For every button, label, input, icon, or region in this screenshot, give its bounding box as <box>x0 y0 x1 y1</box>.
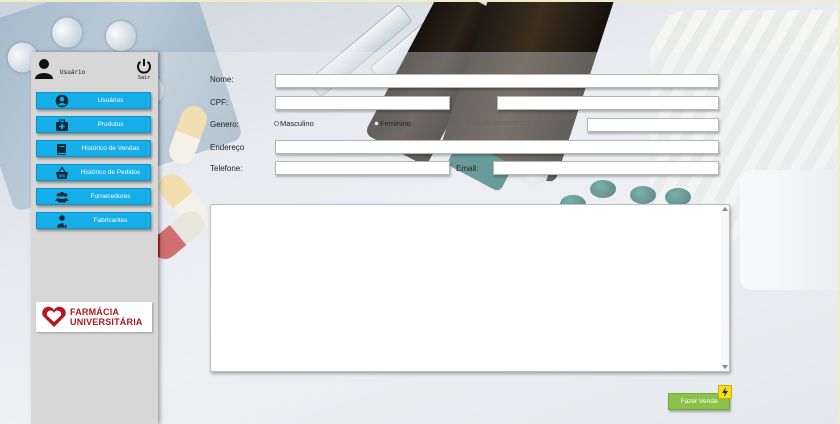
pharmacy-logo: FARMÁCIA UNIVERSITÁRIA <box>36 302 152 332</box>
nome-label: Nome: <box>210 75 234 84</box>
sidebar-item-produtos[interactable]: Produtos <box>36 116 151 133</box>
textarea-scrollbar[interactable] <box>721 205 729 371</box>
medkit-icon <box>56 119 68 131</box>
sidebar-item-label: Histórico de Pedidos <box>80 169 141 176</box>
radio-circle-icon <box>374 121 379 126</box>
email-label: Email: <box>456 164 479 173</box>
radio-masculino-label: Masculino <box>280 119 314 128</box>
scroll-down-icon[interactable] <box>722 365 728 369</box>
sidebar-item-label: Produtos <box>97 121 124 128</box>
nome-field[interactable] <box>275 74 719 88</box>
sidebar-item-label: Fabricantes <box>93 217 128 224</box>
sidebar-item-label: Histórico de Vendas <box>81 145 140 152</box>
user-circle-icon <box>55 94 69 108</box>
radio-circle-icon <box>274 121 279 126</box>
shopping-basket-icon <box>56 166 68 179</box>
radio-feminino-label: Feminino <box>380 119 411 128</box>
lightning-icon[interactable] <box>718 385 732 399</box>
sidebar-item-fornecedores[interactable]: Fornecedores <box>36 188 151 205</box>
sidebar-item-historico-pedidos[interactable]: Histórico de Pedidos <box>36 164 151 181</box>
sidebar-item-fabricantes[interactable]: Fabricantes <box>36 212 151 229</box>
user-row: Usuário Sair <box>31 52 158 88</box>
sidebar-nav: Usuários Produtos Histórico de Vendas Hi… <box>36 92 153 236</box>
endereco-field[interactable] <box>275 140 719 154</box>
logout-label: Sair <box>137 75 151 81</box>
logo-text-line2: UNIVERSITÁRIA <box>70 317 143 327</box>
sidebar-item-usuarios[interactable]: Usuários <box>36 92 151 109</box>
radio-masculino[interactable]: Masculino <box>274 119 314 128</box>
users-group-icon <box>55 192 69 203</box>
telefone-label: Telefone: <box>210 164 243 173</box>
rg-field[interactable] <box>497 96 719 110</box>
logo-text-line1: FARMÁCIA <box>70 307 120 317</box>
logout-button[interactable]: Sair <box>135 58 153 84</box>
user-avatar-icon <box>35 59 53 79</box>
scroll-up-icon[interactable] <box>722 207 728 211</box>
user-label: Usuário <box>60 69 86 76</box>
telefone-field[interactable] <box>275 161 450 175</box>
power-icon <box>137 59 151 74</box>
notes-textarea[interactable] <box>210 204 730 372</box>
sidebar-item-label: Usuários <box>97 97 124 104</box>
nascimento-field[interactable] <box>587 118 719 132</box>
cpf-label: CPF: <box>210 98 229 107</box>
doctor-icon <box>57 215 67 228</box>
book-icon <box>57 144 66 155</box>
endereco-label: Endereço <box>210 143 245 152</box>
sidebar-item-label: Fornecedores <box>90 193 131 200</box>
bolt-glyph-icon <box>722 387 728 397</box>
sidebar-item-historico-vendas[interactable]: Histórico de Vendas <box>36 140 151 157</box>
cpf-field[interactable] <box>275 96 450 110</box>
radio-feminino[interactable]: Feminino <box>374 119 411 128</box>
genero-label: Genero: <box>210 120 239 129</box>
email-field[interactable] <box>493 161 719 175</box>
sidebar: Usuário Sair Usuários Produtos Histórico… <box>31 52 158 424</box>
heart-cross-logo-icon <box>42 306 66 327</box>
nascimento-label: Data de Nascimento <box>466 120 530 127</box>
